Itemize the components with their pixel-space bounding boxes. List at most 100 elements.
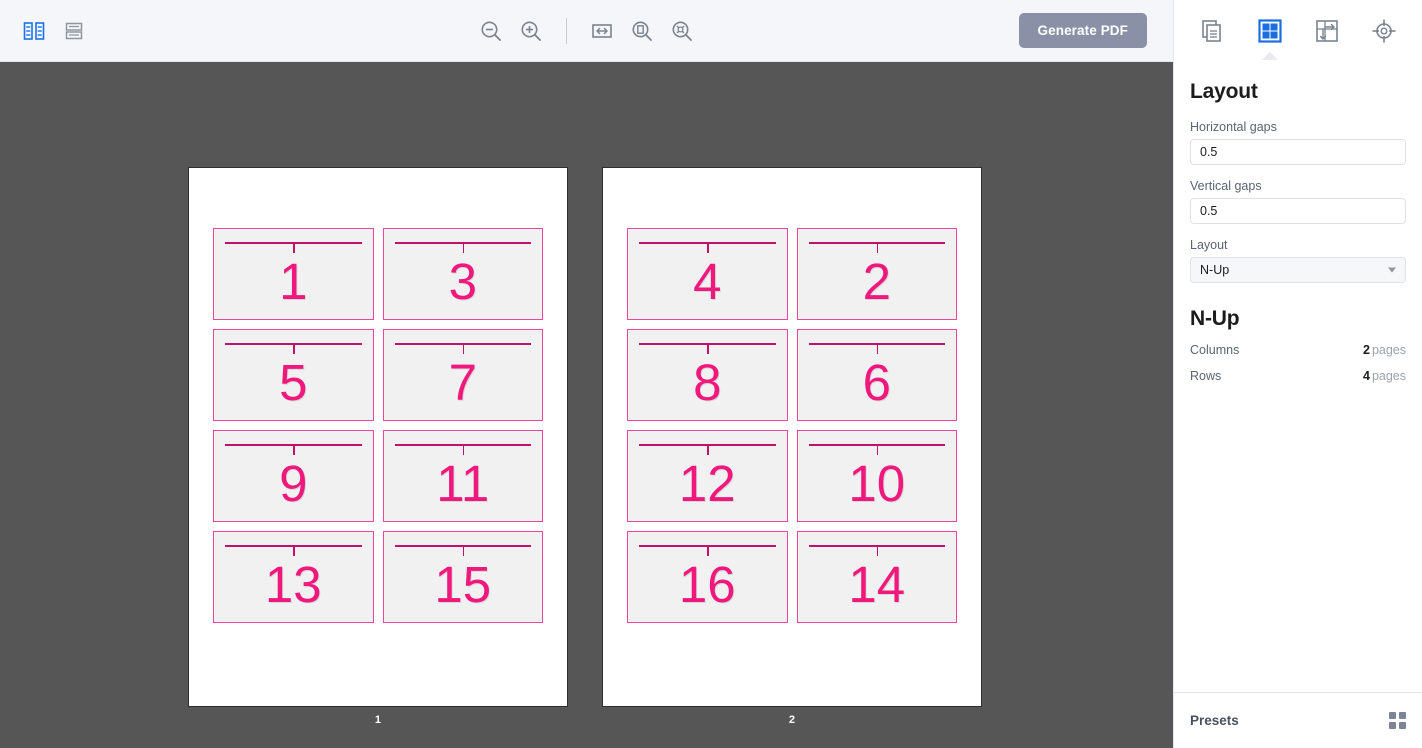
save-document-icon[interactable] [62,19,86,43]
cell-center-tick [876,545,879,556]
cell-page-number: 5 [279,353,308,411]
two-page-spread-icon[interactable] [22,19,46,43]
sheet-grid: 1357911131514286121016142171921232527293… [188,167,1018,748]
properties-panel: Layout Horizontal gaps Vertical gaps Lay… [1173,0,1422,748]
chevron-down-icon [1388,267,1396,273]
nup-cell[interactable]: 3 [382,228,543,320]
columns-unit: pages [1371,343,1406,357]
cell-page-number: 1 [279,252,308,310]
cell-center-tick [876,343,879,354]
nup-cell[interactable]: 7 [382,329,543,421]
layout-mode-value: N-Up [1200,263,1230,277]
cell-page-number: 10 [848,454,906,512]
sheet-page[interactable]: 4 2 8 6 12 10 16 14 [602,167,982,707]
cell-page-number: 15 [434,555,492,613]
cell-center-tick [876,444,879,455]
cell-center-tick [293,343,295,354]
cell-center-tick [707,444,709,455]
layout-mode-label: Layout [1190,238,1228,252]
zoom-out-icon[interactable] [478,18,504,44]
cell-center-tick [707,343,709,354]
nup-cell[interactable]: 14 [796,531,957,623]
rows-unit: pages [1371,369,1406,383]
presets-grid-icon[interactable] [1389,712,1406,729]
sheet-wrapper: 1 3 5 7 9 11 13 15 1 [188,167,568,726]
arrange-tab-icon[interactable] [1305,9,1349,53]
sheet-wrapper: 4 2 8 6 12 10 16 14 2 [602,167,982,726]
toolbar-left-group [0,19,86,43]
nup-grid: 1 3 5 7 9 11 13 15 [213,228,543,623]
horizontal-gaps-input[interactable] [1190,139,1406,165]
layout-section-title: Layout [1190,80,1258,103]
vertical-gaps-input[interactable] [1190,198,1406,224]
nup-cell[interactable]: 16 [627,531,788,623]
presets-footer[interactable]: Presets [1174,692,1422,748]
nup-cell[interactable]: 15 [382,531,543,623]
fit-all-icon[interactable] [669,18,695,44]
cell-center-tick [293,444,295,455]
app-root: Generate PDF 135791113151428612101614217… [0,0,1422,748]
nup-cell[interactable]: 5 [213,329,374,421]
rows-label: Rows [1190,369,1222,383]
cell-page-number: 2 [862,252,891,310]
vertical-gaps-label: Vertical gaps [1190,179,1262,193]
cell-page-number: 14 [848,555,906,613]
toolbar-zoom-group [0,0,1173,61]
sheet-label: 2 [788,714,796,726]
panel-content: Layout Horizontal gaps Vertical gaps Lay… [1174,62,1422,692]
registration-tab-icon[interactable] [1362,9,1406,53]
cell-page-number: 12 [678,454,736,512]
cell-center-tick [462,444,465,455]
cell-page-number: 8 [693,353,722,411]
cell-page-number: 9 [279,454,308,512]
nup-cell[interactable]: 8 [627,329,788,421]
nup-cell[interactable]: 12 [627,430,788,522]
nup-cell[interactable]: 2 [796,228,957,320]
cell-page-number: 11 [436,454,490,512]
cell-center-tick [707,242,709,253]
cell-center-tick [462,545,465,556]
layout-tab-icon[interactable] [1248,9,1292,60]
rows-number: 4 [1362,369,1370,383]
nup-cell[interactable]: 9 [213,430,374,522]
cell-page-number: 3 [448,252,477,310]
zoom-in-icon[interactable] [518,18,544,44]
cell-center-tick [462,242,465,253]
columns-value[interactable]: 2 pages [1363,343,1406,357]
pages-tab-icon[interactable] [1191,9,1235,53]
page-canvas[interactable]: 1357911131514286121016142171921232527293… [0,62,1173,748]
cell-center-tick [876,242,879,253]
nup-cell[interactable]: 13 [213,531,374,623]
panel-tab-bar [1174,0,1422,62]
nup-cell[interactable]: 10 [796,430,957,522]
generate-pdf-button[interactable]: Generate PDF [1018,13,1147,48]
columns-row: Columns 2 pages [1190,343,1406,357]
sheet-page[interactable]: 1 3 5 7 9 11 13 15 [188,167,568,707]
active-tab-caret [1261,52,1278,60]
columns-number: 2 [1362,343,1370,357]
top-toolbar: Generate PDF [0,0,1173,62]
document-viewer: Generate PDF 135791113151428612101614217… [0,0,1173,748]
rows-row: Rows 4 pages [1190,369,1406,383]
cell-page-number: 16 [678,555,736,613]
layout-mode-select[interactable]: N-Up [1190,257,1406,283]
sheet-label: 1 [374,714,382,726]
cell-center-tick [293,545,295,556]
nup-cell[interactable]: 1 [213,228,374,320]
cell-page-number: 6 [862,353,891,411]
cell-page-number: 7 [448,353,477,411]
cell-center-tick [707,545,709,556]
nup-section-title: N-Up [1190,307,1240,330]
toolbar-divider [566,17,567,44]
nup-cell[interactable]: 6 [796,329,957,421]
fit-page-icon[interactable] [629,18,655,44]
nup-grid: 4 2 8 6 12 10 16 14 [627,228,957,623]
cell-page-number: 13 [264,555,322,613]
nup-cell[interactable]: 11 [382,430,543,522]
nup-cell[interactable]: 4 [627,228,788,320]
fit-width-icon[interactable] [589,18,615,44]
columns-label: Columns [1190,343,1240,357]
cell-page-number: 4 [693,252,722,310]
rows-value[interactable]: 4 pages [1363,369,1406,383]
presets-label: Presets [1190,713,1239,728]
